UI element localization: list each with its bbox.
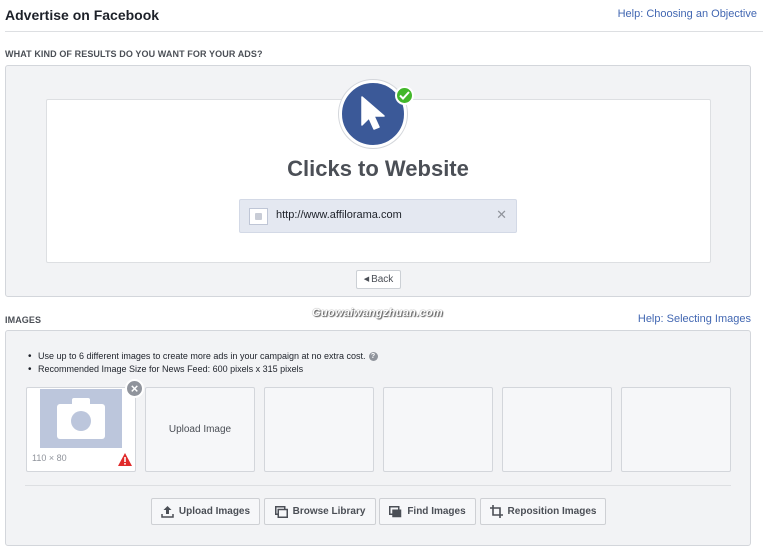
- empty-image-slot[interactable]: [264, 387, 374, 472]
- image-thumbnail: [40, 389, 122, 448]
- upload-image-label: Upload Image: [168, 424, 232, 435]
- website-url-field[interactable]: http://www.affilorama.com ✕: [239, 199, 517, 233]
- browse-library-label: Browse Library: [292, 506, 366, 517]
- empty-image-slot[interactable]: [383, 387, 493, 472]
- upload-images-button[interactable]: Upload Images: [151, 498, 260, 525]
- camera-icon: [57, 398, 105, 439]
- browse-library-button[interactable]: Browse Library: [264, 498, 376, 525]
- back-arrow-icon: ◀: [363, 276, 370, 283]
- back-button[interactable]: ◀ Back: [356, 270, 401, 289]
- tip-multiple-images: Use up to 6 different images to create m…: [38, 351, 366, 361]
- crop-icon: [489, 505, 503, 518]
- objective-title: Clicks to Website: [287, 156, 469, 181]
- upload-image-slot[interactable]: Upload Image: [145, 387, 255, 472]
- clear-url-icon[interactable]: ✕: [496, 208, 507, 221]
- check-icon: [395, 86, 414, 105]
- images-tips-list: Use up to 6 different images to create m…: [26, 351, 378, 377]
- info-icon[interactable]: ?: [368, 352, 378, 362]
- website-thumbnail-icon: [249, 208, 268, 225]
- list-item: Recommended Image Size for News Feed: 60…: [26, 364, 378, 375]
- image-slot-filled[interactable]: 110 × 80: [26, 387, 136, 472]
- images-section-label: IMAGES: [5, 315, 42, 325]
- empty-image-slot[interactable]: [502, 387, 612, 472]
- tip-recommended-size: Recommended Image Size for News Feed: 60…: [38, 364, 304, 375]
- divider: [25, 485, 731, 486]
- back-button-label: Back: [371, 274, 394, 285]
- reposition-images-button[interactable]: Reposition Images: [480, 498, 606, 525]
- objective-section-label: WHAT KIND OF RESULTS DO YOU WANT FOR YOU…: [5, 49, 263, 59]
- website-url-text: http://www.affilorama.com: [276, 209, 402, 221]
- find-images-label: Find Images: [407, 506, 466, 517]
- help-selecting-images-link[interactable]: Help: Selecting Images: [638, 313, 751, 325]
- watermark: Guowaiwangzhuan.com: [312, 307, 443, 319]
- help-choosing-objective-link[interactable]: Help: Choosing an Objective: [618, 8, 757, 20]
- find-images-icon: [389, 505, 402, 517]
- image-size-label: 110 × 80: [32, 453, 67, 463]
- library-icon: [274, 505, 288, 518]
- page-header: Advertise on Facebook Help: Choosing an …: [5, 0, 763, 32]
- page-title: Advertise on Facebook: [5, 7, 160, 23]
- reposition-images-label: Reposition Images: [507, 506, 597, 517]
- remove-image-button[interactable]: ×: [125, 379, 144, 398]
- empty-image-slot[interactable]: [621, 387, 731, 472]
- find-images-button[interactable]: Find Images: [379, 498, 476, 525]
- upload-icon: [161, 505, 174, 518]
- list-item: Use up to 6 different images to create m…: [26, 351, 378, 362]
- upload-images-label: Upload Images: [178, 506, 251, 517]
- warning-icon: [118, 453, 132, 466]
